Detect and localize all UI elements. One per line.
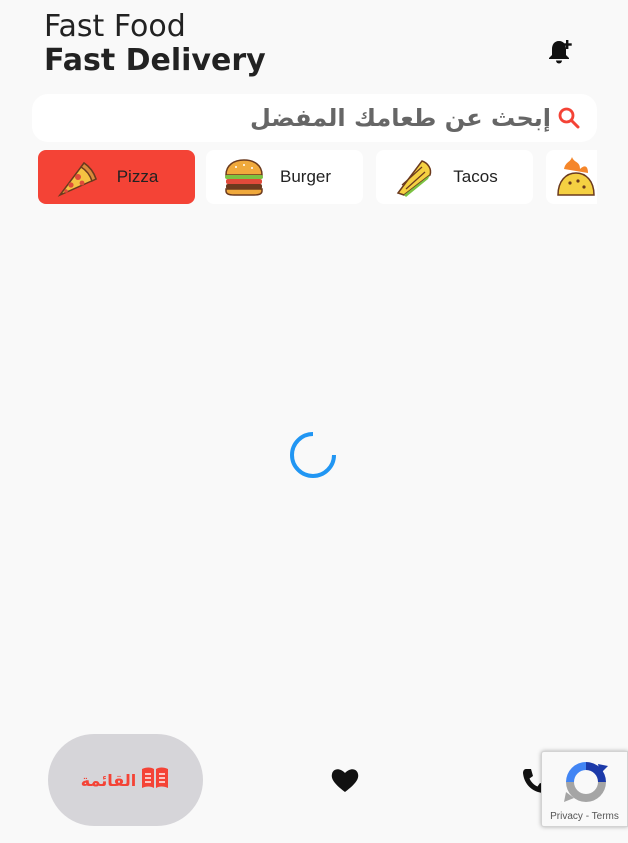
nav-menu-label: القائمة xyxy=(80,770,137,790)
recaptcha-logo-icon xyxy=(562,758,610,806)
recaptcha-badge[interactable]: Privacy - Terms xyxy=(541,751,628,827)
category-label: Burger xyxy=(279,167,332,186)
bell-plus-icon[interactable] xyxy=(546,36,576,66)
burger-icon xyxy=(222,155,266,199)
app-header: Fast Food Fast Delivery xyxy=(44,10,266,78)
nav-menu-button[interactable]: القائمة xyxy=(48,734,203,826)
category-pizza[interactable]: Pizza xyxy=(38,150,195,204)
pizza-icon xyxy=(54,155,98,199)
recaptcha-terms-link[interactable]: Terms xyxy=(592,811,619,822)
title-line-1: Fast Food xyxy=(44,9,186,44)
search-icon[interactable] xyxy=(551,100,587,136)
spicy-taco-icon xyxy=(554,155,597,199)
tacos-icon xyxy=(392,155,436,199)
category-label: Tacos xyxy=(453,167,498,186)
category-spicy[interactable] xyxy=(546,150,597,204)
menu-book-icon xyxy=(140,766,170,794)
recaptcha-links: Privacy - Terms xyxy=(542,811,627,822)
bottom-navigation: القائمة xyxy=(0,730,628,830)
search-bar xyxy=(32,94,597,142)
loading-spinner xyxy=(289,431,337,479)
recaptcha-separator: - xyxy=(582,811,592,822)
category-label: Pizza xyxy=(116,167,159,186)
category-list: Pizza Burger Tacos xyxy=(38,150,597,206)
recaptcha-privacy-link[interactable]: Privacy xyxy=(550,811,583,822)
category-burger[interactable]: Burger xyxy=(206,150,363,204)
heart-icon[interactable] xyxy=(330,766,360,794)
title-line-2: Fast Delivery xyxy=(44,43,266,78)
category-tacos[interactable]: Tacos xyxy=(376,150,533,204)
search-input[interactable] xyxy=(42,104,551,132)
